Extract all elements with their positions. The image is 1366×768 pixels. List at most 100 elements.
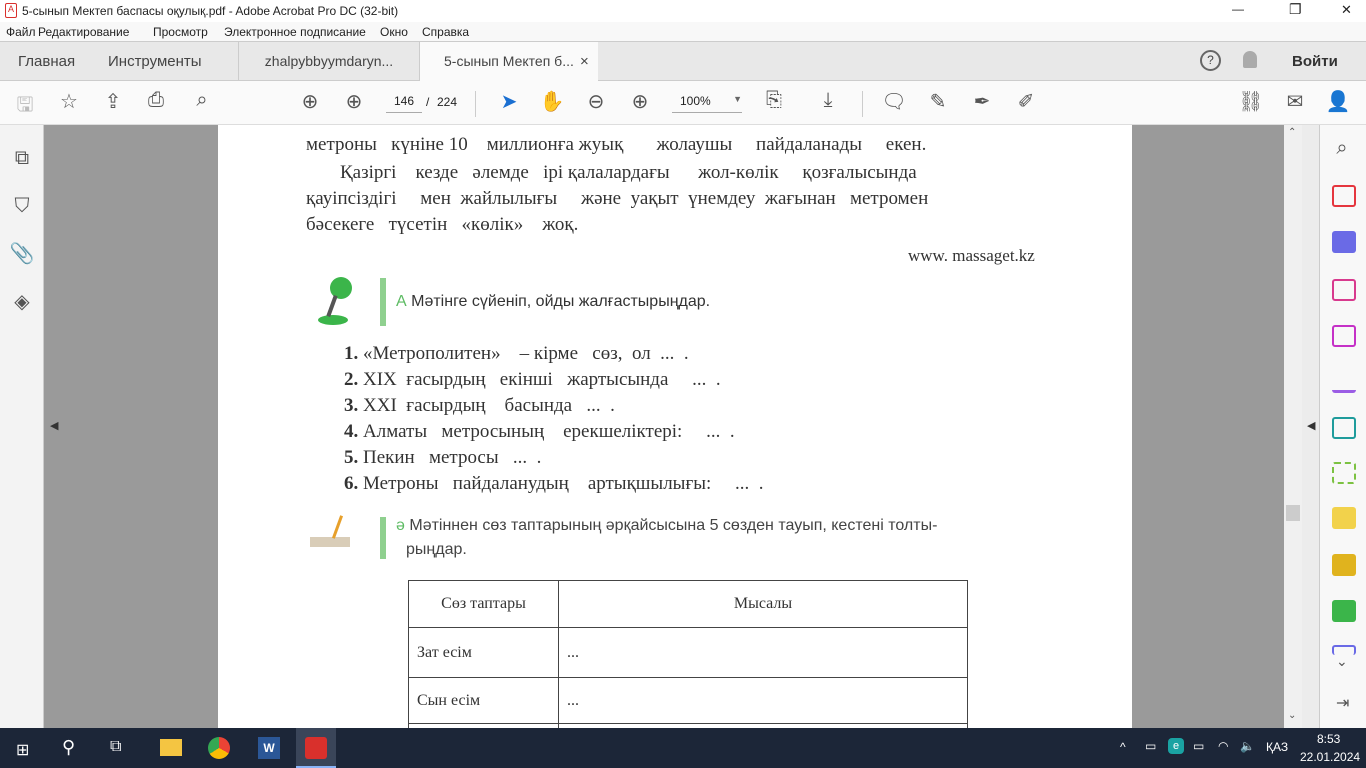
upload-cloud-icon[interactable]: ⇪ bbox=[99, 89, 127, 114]
next-page-icon[interactable]: ⊕ bbox=[340, 89, 368, 114]
right-panel-toggle[interactable]: ◀ bbox=[1302, 125, 1320, 728]
zoom-in-icon[interactable]: ⊕ bbox=[626, 89, 654, 114]
tab-tools[interactable]: Инструменты bbox=[94, 42, 216, 81]
menu-esign[interactable]: Электронное подписание bbox=[224, 25, 366, 39]
scroll-up-icon[interactable]: ⌃ bbox=[1288, 127, 1296, 138]
tray-overflow-icon[interactable]: ^ bbox=[1120, 740, 1126, 754]
document-viewport[interactable]: ◀ метроны күніне 10 миллионға жуық жолау… bbox=[44, 125, 1284, 728]
select-pointer-icon[interactable]: ➤ bbox=[495, 89, 523, 114]
table-cell: Зат есім bbox=[408, 627, 559, 678]
tab-document-1[interactable]: zhalpybbyymdaryn... bbox=[238, 42, 420, 81]
zoom-value: 100% bbox=[680, 94, 711, 108]
acrobat-taskbar-button[interactable] bbox=[296, 728, 336, 768]
close-button[interactable]: ✕ bbox=[1341, 2, 1352, 18]
comment-icon[interactable] bbox=[1332, 554, 1356, 576]
comment-icon[interactable]: 🗨 bbox=[880, 89, 908, 114]
save-icon[interactable]: 🖫 bbox=[11, 90, 39, 124]
zoom-out-icon[interactable]: ⊖ bbox=[582, 89, 610, 114]
sign-in-button[interactable]: Войти bbox=[1292, 53, 1338, 70]
previous-page-icon[interactable]: ⊕ bbox=[296, 89, 324, 114]
task-letter: ә bbox=[396, 517, 405, 534]
menu-bar: Файл Редактирование Просмотр Электронное… bbox=[0, 22, 1366, 42]
hand-tool-icon[interactable]: ✋ bbox=[538, 89, 566, 114]
scrollbar-thumb[interactable] bbox=[1286, 505, 1300, 521]
vertical-scrollbar[interactable]: ⌃ ⌄ bbox=[1284, 125, 1302, 728]
collapse-left-panel-icon[interactable]: ◀ bbox=[50, 419, 58, 432]
menu-window[interactable]: Окно bbox=[380, 25, 408, 39]
layers-icon[interactable]: ◈ bbox=[8, 289, 36, 314]
volume-icon[interactable]: 🔈 bbox=[1240, 739, 1255, 753]
fill-sign-icon[interactable] bbox=[1332, 371, 1356, 393]
divider bbox=[475, 91, 476, 117]
highlight-icon[interactable]: ✎ bbox=[924, 89, 952, 114]
bookmark-icon[interactable]: ⛉ bbox=[8, 195, 36, 218]
share-link-icon[interactable]: ⛓ bbox=[1237, 89, 1265, 114]
comment-file-icon[interactable] bbox=[1332, 507, 1356, 529]
menu-file[interactable]: Файл bbox=[6, 25, 36, 39]
print-production-icon[interactable] bbox=[1332, 600, 1356, 622]
eset-icon[interactable]: e bbox=[1168, 738, 1184, 754]
edit-document-icon[interactable]: ✐ bbox=[1012, 89, 1040, 114]
item-number: 5. bbox=[344, 447, 359, 468]
search-icon[interactable]: ⚲ bbox=[62, 737, 75, 758]
menu-edit[interactable]: Редактирование bbox=[38, 25, 129, 39]
menu-help[interactable]: Справка bbox=[422, 25, 469, 39]
organize-pages-icon[interactable] bbox=[1332, 279, 1356, 301]
zoom-select[interactable]: 100% ▼ bbox=[672, 94, 742, 113]
minimize-button[interactable]: — bbox=[1232, 2, 1244, 16]
list-item: 5. Пекин метросы ... . bbox=[344, 447, 541, 469]
collapse-pane-icon[interactable]: ⇥ bbox=[1336, 693, 1349, 713]
clock-date[interactable]: 22.01.2024 bbox=[1300, 750, 1360, 764]
body-text-line: Қазіргі кезде әлемде ірі қалалардағы жол… bbox=[340, 162, 917, 183]
word-class-table: Сөз таптары Мысалы Зат есім... Сын есім..… bbox=[408, 580, 968, 728]
word-icon[interactable]: W bbox=[258, 737, 280, 759]
divider bbox=[862, 91, 863, 117]
task-a-heading: А Мәтінге сүйеніп, ойды жалғастырыңдар. bbox=[396, 293, 710, 311]
send-for-review-icon[interactable] bbox=[1332, 417, 1356, 439]
chevron-down-icon: ▼ bbox=[733, 94, 742, 104]
table-row: Зат есім... bbox=[408, 627, 968, 678]
close-tab-icon[interactable]: × bbox=[580, 53, 589, 70]
scroll-down-icon[interactable]: ⌄ bbox=[1288, 710, 1296, 721]
item-number: 1. bbox=[344, 343, 359, 364]
sign-icon[interactable]: ✒ bbox=[968, 89, 996, 114]
battery-icon[interactable]: ▭ bbox=[1193, 739, 1204, 753]
attachment-icon[interactable]: 📎 bbox=[8, 241, 36, 266]
language-indicator[interactable]: ҚАЗ bbox=[1266, 740, 1288, 754]
tab-home[interactable]: Главная bbox=[4, 42, 89, 81]
page-number-input[interactable]: 146 bbox=[386, 94, 422, 113]
camera-icon[interactable]: ▭ bbox=[1145, 739, 1156, 753]
file-explorer-icon[interactable] bbox=[160, 739, 182, 756]
star-icon[interactable]: ☆ bbox=[55, 89, 83, 114]
pages-thumbnail-icon[interactable]: ⧉ bbox=[8, 147, 36, 170]
email-icon[interactable]: ✉ bbox=[1281, 89, 1309, 114]
tab-bar: Главная Инструменты zhalpybbyymdaryn... … bbox=[0, 42, 1366, 81]
table-header: Мысалы bbox=[558, 580, 968, 628]
add-user-icon[interactable]: 👤 bbox=[1324, 89, 1352, 114]
clock-time[interactable]: 8:53 bbox=[1317, 732, 1340, 746]
search-icon[interactable]: ⌕ bbox=[188, 89, 216, 112]
help-icon[interactable]: ? bbox=[1200, 50, 1221, 71]
task-view-icon[interactable]: ⧉ bbox=[110, 738, 121, 756]
table-header-row: Сөз таптары Мысалы bbox=[408, 580, 968, 628]
tab-document-2[interactable]: 5-сынып Мектеп б... bbox=[420, 42, 598, 81]
table-row: Сын есім... bbox=[408, 677, 968, 724]
page-fit-icon[interactable]: ⎘ bbox=[760, 89, 788, 112]
bell-icon[interactable] bbox=[1243, 51, 1257, 68]
wifi-icon[interactable]: ◠ bbox=[1218, 739, 1228, 753]
edit-form-icon[interactable] bbox=[1332, 325, 1356, 347]
menu-view[interactable]: Просмотр bbox=[153, 25, 208, 39]
scroll-mode-icon[interactable]: ⤓ bbox=[814, 89, 842, 112]
task-letter: А bbox=[396, 293, 407, 310]
acrobat-icon: A bbox=[5, 3, 17, 18]
print-icon[interactable]: ⎙ bbox=[142, 89, 170, 112]
export-pdf-icon[interactable] bbox=[1332, 231, 1356, 253]
windows-start-icon[interactable]: ⊞ bbox=[16, 740, 29, 760]
more-tools-chevron-icon[interactable]: ⌄ bbox=[1336, 653, 1348, 670]
zoom-tool-icon[interactable]: ⌕ bbox=[1328, 137, 1356, 160]
chrome-icon[interactable] bbox=[208, 737, 230, 759]
restore-button[interactable]: ❐ bbox=[1289, 1, 1302, 18]
create-pdf-icon[interactable] bbox=[1332, 185, 1356, 207]
compare-icon[interactable] bbox=[1332, 462, 1356, 484]
expand-right-panel-icon[interactable]: ◀ bbox=[1307, 419, 1315, 432]
